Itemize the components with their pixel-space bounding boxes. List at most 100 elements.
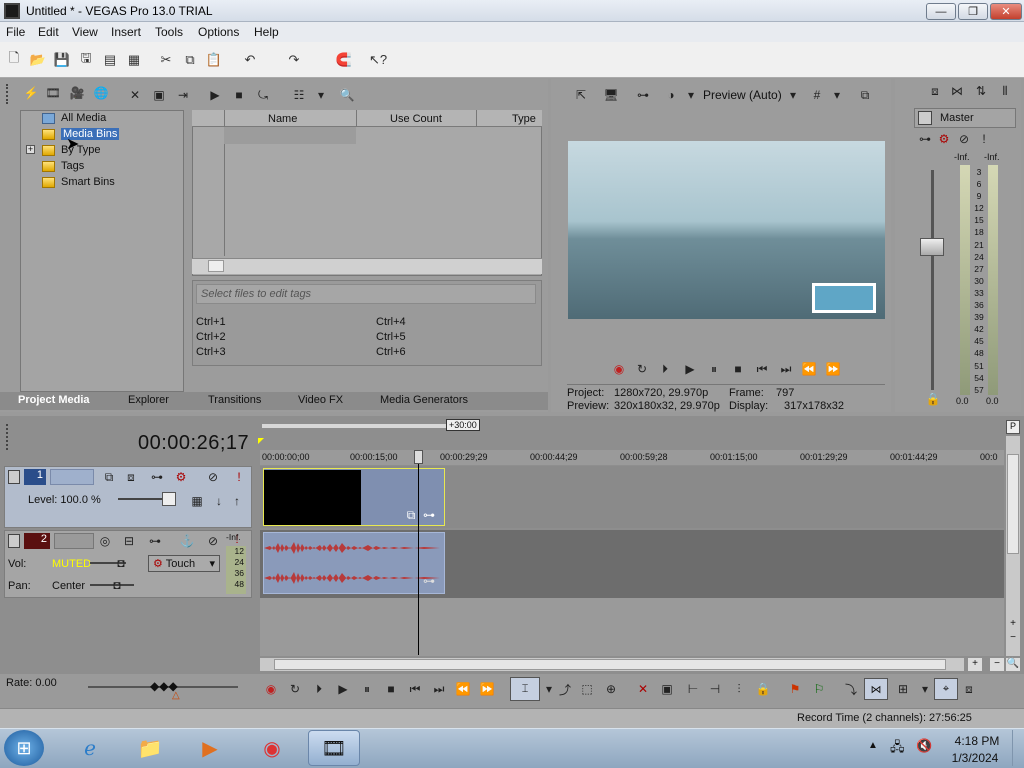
pause-icon[interactable]: ⏸ xyxy=(358,680,376,698)
chevron-down-icon[interactable]: ▾ xyxy=(312,86,330,104)
lock-icon[interactable]: 🔒 xyxy=(924,390,942,408)
external-monitor-icon[interactable]: 🖥 xyxy=(602,86,620,104)
chevron-down-icon[interactable]: ▾ xyxy=(916,680,934,698)
automation-mode-select[interactable]: ⚙ Touch ▾ xyxy=(148,555,220,572)
menu-insert[interactable]: Insert xyxy=(111,25,141,39)
ignore-event-grouping-icon[interactable]: ⧈ xyxy=(960,680,978,698)
close-button[interactable]: ✕ xyxy=(990,3,1022,20)
pin-icon[interactable]: P xyxy=(1006,420,1020,434)
copy-icon[interactable]: ⧉ xyxy=(180,50,200,70)
tab-video-fx[interactable]: Video FX xyxy=(298,394,343,406)
stop-icon[interactable]: ■ xyxy=(382,680,400,698)
play-icon[interactable]: ▶ xyxy=(681,360,699,378)
loop-region-bar[interactable] xyxy=(262,424,446,428)
trim-end-icon[interactable]: ⊣ xyxy=(706,680,724,698)
selection-edit-tool-icon[interactable]: ⬚ xyxy=(578,680,596,698)
track-expand-icon[interactable]: ↓ xyxy=(210,492,228,510)
insert-region-icon[interactable]: ⚐ xyxy=(810,680,828,698)
open-icon[interactable]: 📂 xyxy=(28,50,48,70)
tab-transitions[interactable]: Transitions xyxy=(208,394,261,406)
column-name[interactable]: Name xyxy=(268,113,297,125)
track-minimize-icon[interactable] xyxy=(8,534,20,548)
horizontal-scrollbar[interactable] xyxy=(192,258,542,274)
tree-item-tags[interactable]: Tags xyxy=(42,158,84,174)
play-icon[interactable]: ▶ xyxy=(334,680,352,698)
panel-grip[interactable] xyxy=(6,84,14,104)
loop-icon[interactable]: ⤿ xyxy=(254,86,272,104)
web-media-icon[interactable]: 🌐 xyxy=(92,84,110,102)
stop-icon[interactable]: ■ xyxy=(230,86,248,104)
new-icon[interactable]: 🗋 xyxy=(4,50,24,70)
copy-snapshot-icon[interactable]: ⧉ xyxy=(856,86,874,104)
dim-output-icon[interactable]: ⇅ xyxy=(972,82,990,100)
mute-icon[interactable]: ⊘ xyxy=(955,130,973,148)
go-to-end-icon[interactable]: ⏭ xyxy=(430,680,448,698)
show-hidden-icons-icon[interactable]: ▲ xyxy=(868,740,878,751)
event-fx-icon[interactable]: ⊶ xyxy=(420,572,438,590)
menu-options[interactable]: Options xyxy=(198,25,239,39)
file-explorer-icon[interactable]: 📁 xyxy=(124,730,176,766)
properties-icon[interactable]: ▦ xyxy=(124,50,144,70)
tab-media-generators[interactable]: Media Generators xyxy=(380,394,468,406)
volume-muted-icon[interactable]: 🔇 xyxy=(916,738,932,754)
pause-icon[interactable]: ⏸ xyxy=(705,360,723,378)
master-checkbox[interactable] xyxy=(918,111,932,125)
gear-icon[interactable]: ⚙ xyxy=(172,468,190,486)
search-icon[interactable]: 🔍 xyxy=(338,86,356,104)
go-to-start-icon[interactable]: ⏮ xyxy=(406,680,424,698)
mute-icon[interactable]: ⊘ xyxy=(204,468,222,486)
track-minimize-icon[interactable] xyxy=(8,470,20,484)
envelope-edit-tool-icon[interactable]: ⤴ xyxy=(556,680,574,698)
column-type[interactable]: Type xyxy=(512,113,536,125)
redo-icon[interactable]: ↷ xyxy=(284,50,304,70)
ripple-mode-icon[interactable]: ⊞ xyxy=(894,680,912,698)
master-fader-handle[interactable] xyxy=(920,238,944,256)
internet-explorer-icon[interactable]: ℯ xyxy=(64,730,116,766)
network-icon[interactable]: 🖧 xyxy=(890,738,905,760)
tree-item-media-bins[interactable]: Media Bins xyxy=(42,126,120,142)
play-from-start-icon[interactable]: ⏵ xyxy=(310,680,328,698)
start-button[interactable]: ⊞ xyxy=(4,730,44,766)
play-from-start-icon[interactable]: ⏵ xyxy=(656,360,674,378)
trim-start-icon[interactable]: ⊢ xyxy=(684,680,702,698)
next-frame-icon[interactable]: ⏩ xyxy=(478,680,496,698)
split-icon[interactable]: ⫶ xyxy=(730,680,748,698)
tree-item-all-media[interactable]: All Media xyxy=(42,110,106,126)
media-fx-icon[interactable]: ▣ xyxy=(150,86,168,104)
show-desktop-button[interactable] xyxy=(1012,730,1022,766)
chevron-down-icon[interactable]: ▾ xyxy=(828,86,846,104)
zoom-out-vertical-icon[interactable]: − xyxy=(1006,632,1020,644)
preview-quality-select[interactable]: Preview (Auto) xyxy=(703,88,782,102)
solo-icon[interactable]: ! xyxy=(975,130,993,148)
auto-preview-icon[interactable]: ⇥ xyxy=(174,86,192,104)
column-use-count[interactable]: Use Count xyxy=(390,113,442,125)
save-icon[interactable]: 💾 xyxy=(52,50,72,70)
zoom-edit-tool-icon[interactable]: ⊕ xyxy=(602,680,620,698)
list-row-selected[interactable] xyxy=(224,127,356,144)
whats-this-help-icon[interactable]: ↖? xyxy=(368,50,388,70)
video-fx-icon[interactable]: ⊶ xyxy=(634,86,652,104)
auto-ripple-icon[interactable]: ⤵ xyxy=(842,680,860,698)
make-compositing-child-icon[interactable]: ⧈ xyxy=(122,468,140,486)
clock-time[interactable]: 4:18 PM xyxy=(952,734,1002,748)
event-fx-icon[interactable]: ⊶ xyxy=(420,506,438,524)
paste-icon[interactable]: 📋 xyxy=(204,50,224,70)
split-screen-icon[interactable]: ◑ xyxy=(662,86,680,104)
bypass-motion-blur-icon[interactable]: ▦ xyxy=(188,492,206,510)
timeline-scrollbar-thumb[interactable] xyxy=(274,659,946,670)
views-icon[interactable]: ☷ xyxy=(290,86,308,104)
marker-icon[interactable] xyxy=(258,438,264,444)
expand-icon[interactable]: + xyxy=(26,145,35,154)
capture-video-icon[interactable]: 🎞 xyxy=(44,84,62,102)
lock-event-icon[interactable]: 🔒 xyxy=(754,680,772,698)
menu-file[interactable]: File xyxy=(6,25,25,39)
vol-slider-handle[interactable]: ◘ xyxy=(112,554,130,572)
zoom-in-horizontal-icon[interactable]: + xyxy=(968,658,982,671)
loop-playback-icon[interactable]: ↻ xyxy=(286,680,304,698)
cut-icon[interactable]: ✂ xyxy=(156,50,176,70)
lock-envelopes-icon[interactable]: ⌖ xyxy=(934,678,958,700)
empty-track-area[interactable] xyxy=(260,598,1004,656)
go-to-start-icon[interactable]: ⏮ xyxy=(753,360,771,378)
level-slider-handle[interactable] xyxy=(162,492,176,506)
mute-icon[interactable]: ⊘ xyxy=(204,532,222,550)
